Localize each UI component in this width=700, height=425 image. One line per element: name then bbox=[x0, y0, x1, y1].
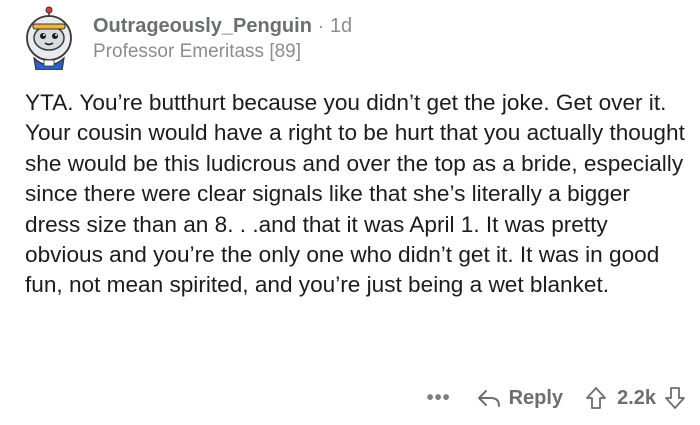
upvote-arrow-icon bbox=[586, 387, 606, 409]
downvote-button[interactable] bbox=[664, 386, 686, 410]
user-avatar-icon[interactable] bbox=[20, 6, 78, 71]
downvote-arrow-icon bbox=[665, 387, 685, 409]
reply-button[interactable]: Reply bbox=[477, 387, 563, 410]
username-link[interactable]: Outrageously_Penguin bbox=[93, 14, 312, 38]
comment-body: YTA. You’re butthurt because you didn’t … bbox=[25, 90, 685, 298]
comment-meta: Outrageously_Penguin · 1d Professor Emer… bbox=[93, 14, 352, 64]
vote-controls: 2.2k bbox=[585, 386, 686, 410]
reply-arrow-icon bbox=[477, 390, 500, 407]
reply-label: Reply bbox=[508, 386, 564, 409]
more-options-button[interactable]: ••• bbox=[427, 387, 451, 410]
comment-actions: ••• Reply 2.2k bbox=[427, 382, 686, 414]
meta-line: Outrageously_Penguin · 1d bbox=[93, 14, 352, 38]
comment: Outrageously_Penguin · 1d Professor Emer… bbox=[0, 0, 700, 425]
upvote-button[interactable] bbox=[585, 386, 607, 410]
user-flair: Professor Emeritass [89] bbox=[93, 41, 302, 62]
comment-age: 1d bbox=[329, 15, 353, 37]
vote-score: 2.2k bbox=[617, 386, 656, 409]
meta-separator: · bbox=[317, 16, 324, 36]
